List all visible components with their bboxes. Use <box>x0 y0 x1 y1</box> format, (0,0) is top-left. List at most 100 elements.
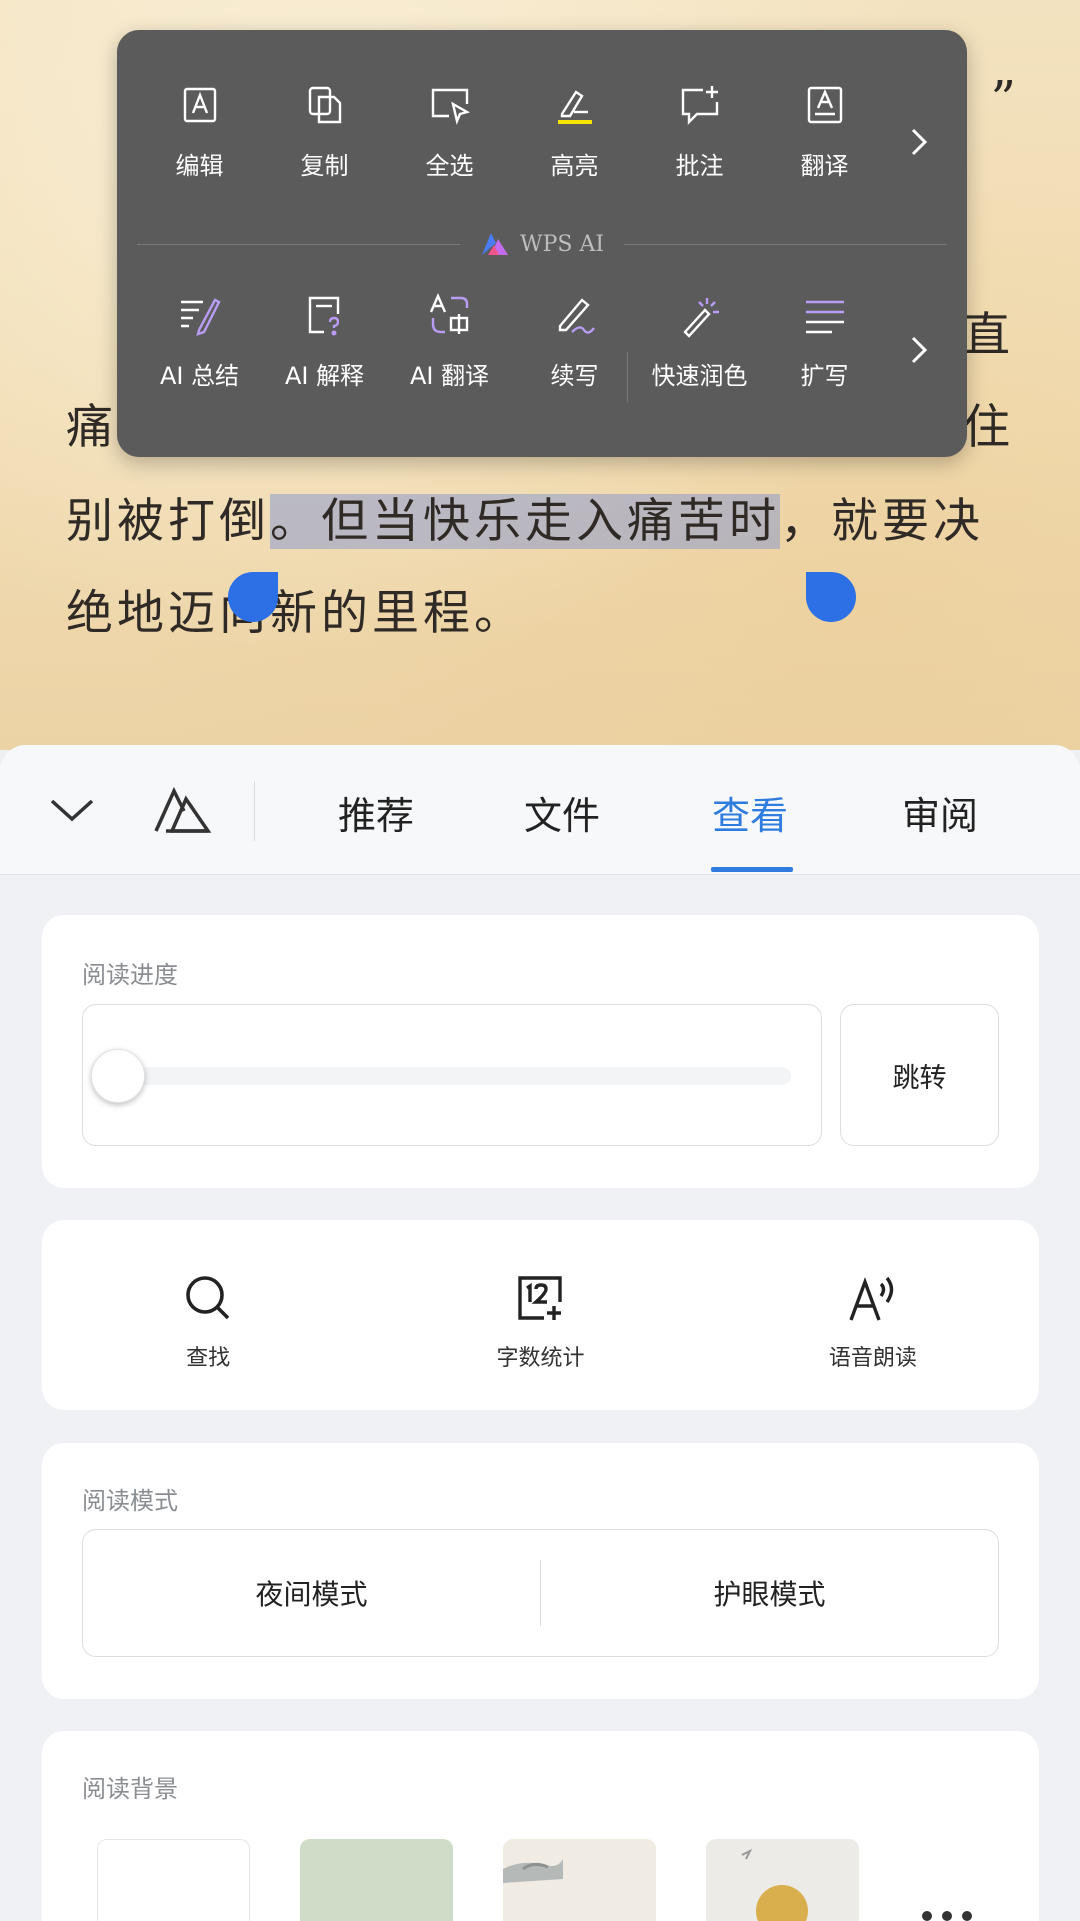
quick-polish-label: 快速润色 <box>651 362 748 390</box>
comment-label: 批注 <box>675 152 724 180</box>
selection-start-handle[interactable] <box>228 572 278 622</box>
ai-summary-icon <box>180 298 221 336</box>
menu-row-ai: AI 总结 AI 解释 AI 翻译 续写 快速润色 扩写 <box>137 292 897 391</box>
wps-ai-divider: WPS AI <box>137 232 947 257</box>
comment-icon <box>681 86 718 125</box>
chevron-right-icon[interactable] <box>903 122 933 162</box>
doc-text[interactable]: ，就要决 <box>780 494 984 549</box>
copy-button[interactable]: 复制 <box>262 82 387 181</box>
view-tools-card: 查找 字数统计 语音朗读 <box>42 1220 1039 1410</box>
more-dot-icon <box>922 1911 932 1921</box>
doc-text-fragment: 住 <box>963 400 1014 455</box>
word-count-icon <box>518 1276 563 1320</box>
reading-background-card: 阅读背景 <box>42 1731 1039 1921</box>
highlight-label: 高亮 <box>550 152 599 180</box>
text-selection-menu: 编辑 复制 全选 高亮 批注 翻译 WPS AI AI 总结 AI 解释 AI … <box>117 30 967 457</box>
doc-text-fragment: 直 <box>963 308 1014 363</box>
tab-file[interactable]: 文件 <box>524 785 600 840</box>
ink-landscape-icon <box>503 1859 563 1883</box>
word-count-label: 字数统计 <box>496 1346 585 1371</box>
chevron-right-icon[interactable] <box>903 330 933 370</box>
menu-divider <box>627 352 628 402</box>
active-tab-indicator <box>711 867 793 872</box>
tab-divider <box>254 781 255 841</box>
reading-progress-slider[interactable] <box>82 1004 822 1146</box>
doc-text[interactable]: 别被打倒 <box>66 494 270 549</box>
ai-summary-button[interactable]: AI 总结 <box>137 292 262 391</box>
select-all-icon <box>431 88 470 125</box>
copy-icon <box>308 86 341 124</box>
word-count-button[interactable]: 字数统计 <box>374 1220 706 1410</box>
eye-care-mode-button[interactable]: 护眼模式 <box>541 1530 998 1656</box>
doc-text-fragment: ” <box>990 70 1016 128</box>
continue-writing-label: 续写 <box>550 362 599 390</box>
tab-view[interactable]: 查看 <box>712 785 788 840</box>
reading-progress-card: 阅读进度 跳转 <box>42 915 1039 1188</box>
find-label: 查找 <box>186 1346 231 1371</box>
expand-writing-button[interactable]: 扩写 <box>762 292 887 391</box>
wps-ai-badge: WPS AI <box>460 231 624 257</box>
select-all-label: 全选 <box>425 152 474 180</box>
read-aloud-icon <box>849 1276 894 1321</box>
reading-progress-title: 阅读进度 <box>82 961 178 989</box>
night-mode-button[interactable]: 夜间模式 <box>83 1530 540 1656</box>
doc-line[interactable]: 绝地迈向新的里程。 <box>66 574 1014 643</box>
continue-writing-button[interactable]: 续写 <box>512 292 637 391</box>
ai-explain-icon <box>308 296 339 336</box>
reading-background-title: 阅读背景 <box>82 1775 178 1803</box>
chevron-down-icon[interactable] <box>46 787 98 831</box>
tab-review[interactable]: 审阅 <box>902 785 978 840</box>
wps-ai-logo-icon <box>481 233 508 255</box>
wps-ai-button[interactable] <box>152 781 212 837</box>
quick-polish-button[interactable]: 快速润色 <box>637 292 762 391</box>
translate-label: 翻译 <box>800 152 849 180</box>
expand-icon <box>805 300 844 334</box>
ai-explain-label: AI 解释 <box>284 362 365 390</box>
read-aloud-label: 语音朗读 <box>828 1346 917 1371</box>
ai-translate-icon <box>429 293 468 334</box>
sun-mountain-icon <box>741 1848 808 1921</box>
wps-ai-label: WPS AI <box>519 231 605 257</box>
copy-label: 复制 <box>300 152 349 180</box>
search-icon <box>186 1276 230 1320</box>
edit-label: 编辑 <box>175 152 224 180</box>
continue-writing-icon <box>558 298 595 334</box>
ai-explain-button[interactable]: AI 解释 <box>262 292 387 391</box>
background-swatch-white[interactable] <box>97 1839 250 1921</box>
read-aloud-button[interactable]: 语音朗读 <box>707 1220 1039 1410</box>
progress-track <box>113 1067 791 1085</box>
highlight-icon <box>557 90 592 124</box>
find-button[interactable]: 查找 <box>42 1220 374 1410</box>
translate-button[interactable]: 翻译 <box>762 82 887 181</box>
ai-translate-label: AI 翻译 <box>409 362 490 390</box>
translate-icon <box>807 86 842 124</box>
highlight-button[interactable]: 高亮 <box>512 82 637 181</box>
doc-text-fragment: 痛 <box>66 400 117 455</box>
ribbon-tab-bar: 推荐 文件 查看 审阅 <box>0 745 1080 875</box>
comment-button[interactable]: 批注 <box>637 82 762 181</box>
expand-writing-label: 扩写 <box>800 362 849 390</box>
background-swatch-sunset[interactable] <box>706 1839 859 1921</box>
selection-end-handle[interactable] <box>806 572 856 622</box>
more-backgrounds-button[interactable] <box>912 1901 982 1921</box>
more-dot-icon <box>962 1911 972 1921</box>
progress-knob[interactable] <box>91 1049 145 1103</box>
edit-icon <box>183 87 216 123</box>
selected-text[interactable]: 。但当快乐走入痛苦时 <box>270 494 780 549</box>
ai-summary-label: AI 总结 <box>159 362 240 390</box>
reading-mode-title: 阅读模式 <box>82 1487 178 1515</box>
background-swatch-ink-painting[interactable] <box>503 1839 656 1921</box>
reading-mode-options: 夜间模式 护眼模式 <box>82 1529 999 1657</box>
doc-line: 别被打倒。但当快乐走入痛苦时，就要决 <box>66 482 1014 551</box>
select-all-button[interactable]: 全选 <box>387 82 512 181</box>
jump-button[interactable]: 跳转 <box>840 1004 999 1146</box>
background-swatch-green[interactable] <box>300 1839 453 1921</box>
view-bottom-sheet: 推荐 文件 查看 审阅 阅读进度 跳转 查找 字数统计 语音朗读 阅读模式 夜间… <box>0 745 1080 1921</box>
magic-wand-icon <box>682 298 719 338</box>
tab-recommend[interactable]: 推荐 <box>338 785 414 840</box>
more-dot-icon <box>942 1911 952 1921</box>
menu-row-basic: 编辑 复制 全选 高亮 批注 翻译 <box>137 82 897 181</box>
edit-button[interactable]: 编辑 <box>137 82 262 181</box>
ai-translate-button[interactable]: AI 翻译 <box>387 292 512 391</box>
reading-mode-card: 阅读模式 夜间模式 护眼模式 <box>42 1443 1039 1699</box>
